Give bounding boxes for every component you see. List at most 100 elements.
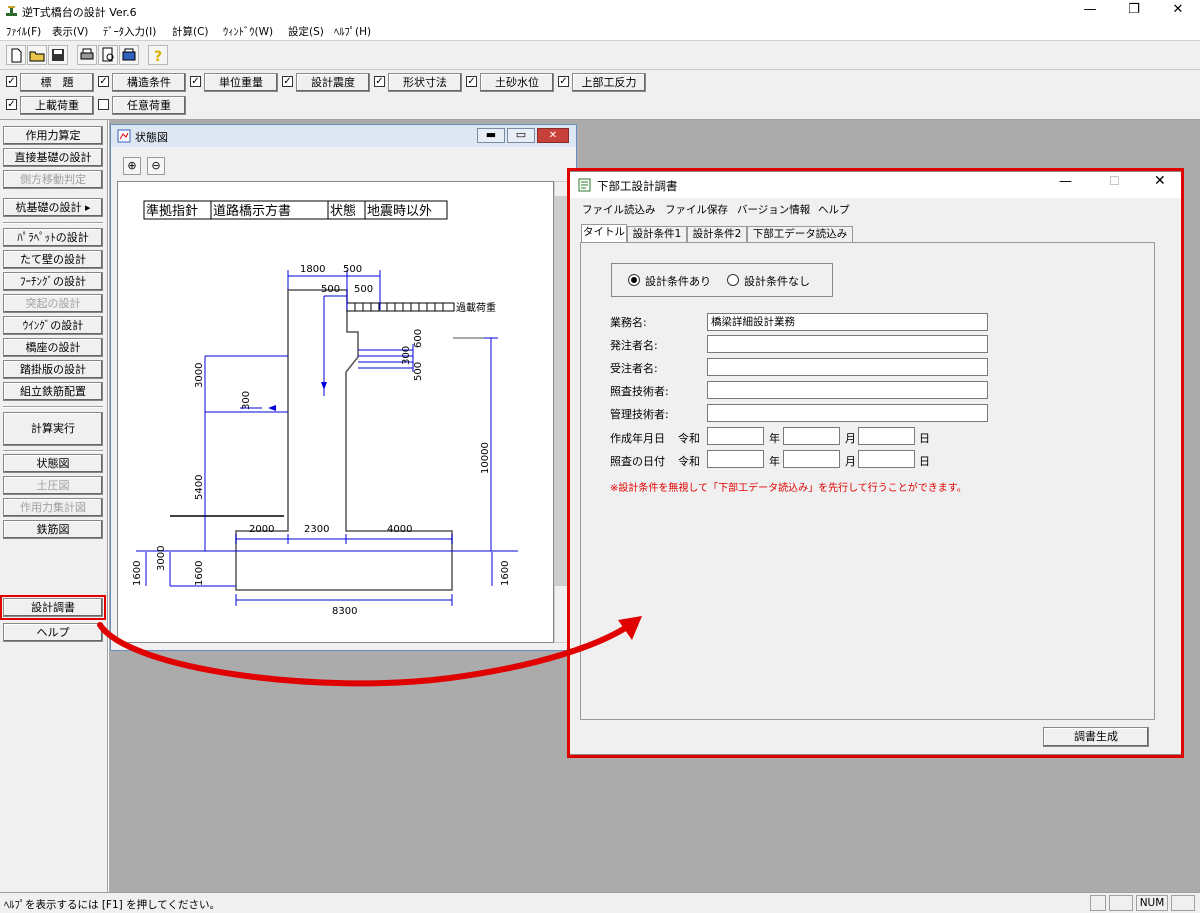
state-window-title: 状態図 bbox=[135, 131, 168, 144]
menu-view[interactable]: 表示(V) bbox=[52, 24, 88, 39]
arrow-left-icon bbox=[268, 405, 276, 411]
checkbox-surcharge[interactable]: ✓ bbox=[6, 99, 17, 110]
checkbox-unit-weight[interactable]: ✓ bbox=[190, 76, 201, 87]
sidebar-item-approach-slab[interactable]: 踏掛版の設計 bbox=[3, 360, 103, 379]
dim-label: 500 bbox=[343, 264, 362, 275]
sidebar-item-rebar-diagram[interactable]: 鉄筋図 bbox=[3, 520, 103, 539]
printer-setup-icon[interactable] bbox=[119, 45, 139, 65]
dimension-lines bbox=[145, 270, 498, 606]
checkbox-reaction[interactable]: ✓ bbox=[558, 76, 569, 87]
print-preview-icon[interactable] bbox=[98, 45, 118, 65]
dim-label: 300 bbox=[401, 346, 412, 365]
dim-label: 4000 bbox=[387, 524, 412, 535]
abutment-diagram: 準拠指針 道路橋示方書 状態 地震時以外 過載荷重 1800 500 500 5… bbox=[132, 200, 518, 617]
sidebar-item-bearing-seat[interactable]: 橋座の設計 bbox=[3, 338, 103, 357]
checkbox-shape[interactable]: ✓ bbox=[374, 76, 385, 87]
sidebar-item-wall[interactable]: たて壁の設計 bbox=[3, 250, 103, 269]
checkbox-seismic[interactable]: ✓ bbox=[282, 76, 293, 87]
close-icon[interactable]: ✕ bbox=[1156, 0, 1200, 22]
header-cell: 準拠指針 bbox=[146, 203, 198, 219]
sidebar-item-footing[interactable]: ﾌｰﾁﾝｸﾞの設計 bbox=[3, 272, 103, 291]
checkbox-arbitrary[interactable] bbox=[98, 99, 109, 110]
button-reaction[interactable]: 上部工反力 bbox=[572, 73, 646, 92]
zoom-out-icon[interactable]: ⊖ bbox=[147, 157, 165, 175]
new-file-icon[interactable] bbox=[6, 45, 26, 65]
status-cell bbox=[1109, 895, 1133, 911]
sidebar: 作用力算定 直接基礎の設計 側方移動判定 杭基礎の設計 ▸ ﾊﾟﾗﾍﾟｯﾄの設計… bbox=[0, 120, 108, 892]
dim-label: 3000 bbox=[156, 546, 167, 571]
button-shape[interactable]: 形状寸法 bbox=[388, 73, 462, 92]
dim-label: 1600 bbox=[132, 561, 143, 586]
checkbox-soil[interactable]: ✓ bbox=[466, 76, 477, 87]
menu-calc[interactable]: 計算(C) bbox=[172, 24, 209, 39]
sidebar-item-wing[interactable]: ｳｲﾝｸﾞの設計 bbox=[3, 316, 103, 335]
dim-label: 1600 bbox=[194, 561, 205, 586]
app-logo-icon bbox=[6, 6, 17, 16]
sidebar-item-state-diagram[interactable]: 状態図 bbox=[3, 454, 103, 473]
header-cell: 状態 bbox=[330, 203, 356, 219]
dim-label: 600 bbox=[413, 329, 424, 348]
button-unit-weight[interactable]: 単位重量 bbox=[204, 73, 278, 92]
status-cell bbox=[1171, 895, 1195, 911]
sidebar-item-lateral[interactable]: 側方移動判定 bbox=[3, 170, 103, 189]
button-title[interactable]: 標 題 bbox=[20, 73, 94, 92]
open-folder-icon[interactable] bbox=[27, 45, 47, 65]
sidebar-item-pile[interactable]: 杭基礎の設計 ▸ bbox=[3, 198, 103, 217]
sidebar-item-force-summary[interactable]: 作用力集計図 bbox=[3, 498, 103, 517]
status-bar: ﾍﾙﾌﾟを表示するには [F1] を押してください。 NUM bbox=[0, 892, 1200, 913]
vertical-scrollbar[interactable] bbox=[554, 181, 568, 643]
dim-label: 2300 bbox=[304, 524, 329, 535]
menu-window[interactable]: ｳｨﾝﾄﾞｳ(W) bbox=[223, 24, 273, 39]
sidebar-item-rebar[interactable]: 組立鉄筋配置 bbox=[3, 382, 103, 401]
annotation-arrow bbox=[97, 616, 642, 687]
menu-file[interactable]: ﾌｧｲﾙ(F) bbox=[6, 24, 41, 39]
maximize-icon[interactable]: ▭ bbox=[507, 128, 535, 143]
save-disk-icon[interactable] bbox=[48, 45, 68, 65]
sidebar-item-earth-pressure[interactable]: 土圧図 bbox=[3, 476, 103, 495]
overload-label: 過載荷重 bbox=[456, 301, 496, 314]
menu-help[interactable]: ﾍﾙﾌﾟ(H) bbox=[334, 24, 371, 39]
sidebar-item-pile-label: 杭基礎の設計 bbox=[15, 201, 82, 214]
sidebar-item-direct-foundation[interactable]: 直接基礎の設計 bbox=[3, 148, 103, 167]
sidebar-separator bbox=[3, 222, 103, 224]
submenu-arrow-icon: ▸ bbox=[84, 201, 91, 214]
close-icon[interactable]: ✕ bbox=[537, 128, 569, 143]
header-cell: 道路橋示方書 bbox=[213, 203, 291, 219]
app-titlebar: 逆T式橋台の設計 Ver.6 — ❐ ✕ bbox=[0, 0, 1200, 22]
num-lock-indicator: NUM bbox=[1136, 895, 1168, 911]
diagram-header-table: 準拠指針 道路橋示方書 状態 地震時以外 bbox=[143, 200, 448, 220]
toolbar: ? bbox=[0, 40, 1200, 70]
minimize-icon[interactable]: ▬ bbox=[477, 128, 505, 143]
dim-label: 300 bbox=[241, 391, 252, 410]
sidebar-item-projection[interactable]: 突起の設計 bbox=[3, 294, 103, 313]
print-icon[interactable] bbox=[77, 45, 97, 65]
header-cell: 地震時以外 bbox=[367, 204, 432, 219]
dim-label: 1600 bbox=[500, 561, 511, 586]
button-seismic[interactable]: 設計震度 bbox=[296, 73, 370, 92]
button-surcharge[interactable]: 上載荷重 bbox=[20, 96, 94, 115]
sidebar-item-run-calc[interactable]: 計算実行 bbox=[3, 412, 103, 446]
menu-bar: ﾌｧｲﾙ(F) 表示(V) ﾃﾞｰﾀ入力(I) 計算(C) ｳｨﾝﾄﾞｳ(W) … bbox=[0, 22, 1200, 40]
zoom-in-icon[interactable]: ⊕ bbox=[123, 157, 141, 175]
sidebar-item-force[interactable]: 作用力算定 bbox=[3, 126, 103, 145]
arrow-down-icon bbox=[321, 382, 327, 390]
checkbox-title[interactable]: ✓ bbox=[6, 76, 17, 87]
drawing-canvas: 準拠指針 道路橋示方書 状態 地震時以外 過載荷重 1800 500 500 5… bbox=[117, 181, 554, 643]
dim-label: 500 bbox=[321, 284, 340, 295]
state-diagram-window: 状態図 ▬ ▭ ✕ ⊕ ⊖ 準拠指針 道路橋示方書 状態 地震時以外 過載荷重 … bbox=[110, 124, 577, 651]
button-arbitrary[interactable]: 任意荷重 bbox=[112, 96, 186, 115]
menu-settings[interactable]: 設定(S) bbox=[288, 24, 324, 39]
svg-text:?: ? bbox=[154, 49, 162, 64]
sidebar-item-parapet[interactable]: ﾊﾟﾗﾍﾟｯﾄの設計 bbox=[3, 228, 103, 247]
button-structure[interactable]: 構造条件 bbox=[112, 73, 186, 92]
dim-label: 2000 bbox=[249, 524, 274, 535]
checkbox-structure[interactable]: ✓ bbox=[98, 76, 109, 87]
minimize-icon[interactable]: — bbox=[1068, 0, 1112, 22]
dim-label: 10000 bbox=[480, 442, 491, 474]
help-question-icon[interactable]: ? bbox=[148, 45, 168, 65]
design-report-window: 下部工設計調書 — ☐ ✕ ファイル読込み ファイル保存 バージョン情報 ヘルプ… bbox=[567, 168, 1184, 758]
button-soil[interactable]: 土砂水位 bbox=[480, 73, 554, 92]
menu-data-input[interactable]: ﾃﾞｰﾀ入力(I) bbox=[103, 24, 156, 39]
restore-icon[interactable]: ❐ bbox=[1112, 0, 1156, 22]
app-title: 逆T式橋台の設計 Ver.6 bbox=[22, 6, 137, 19]
